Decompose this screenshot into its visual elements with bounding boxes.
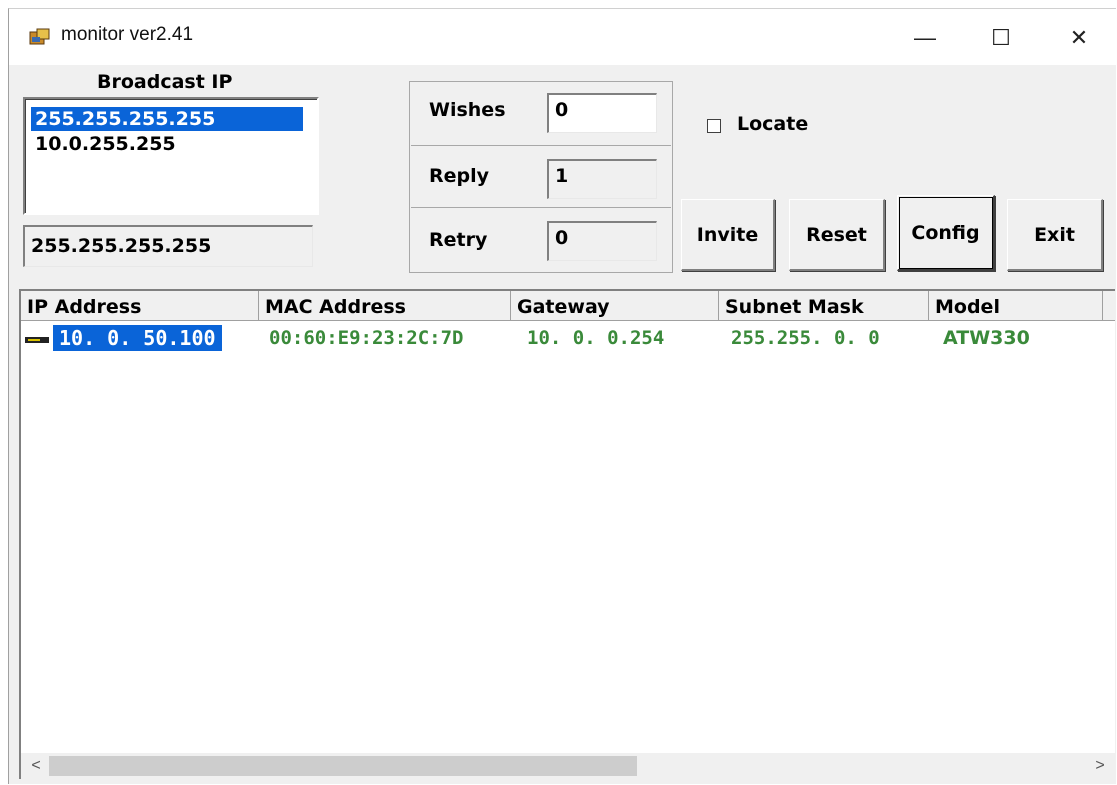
scroll-right-arrow-icon[interactable]: > — [1089, 755, 1111, 777]
reply-field: 1 — [547, 159, 657, 199]
broadcast-ip-field[interactable]: 255.255.255.255 — [23, 225, 313, 267]
minimize-icon: — — [914, 25, 936, 50]
device-table[interactable]: IP Address MAC Address Gateway Subnet Ma… — [19, 289, 1115, 779]
broadcast-ip-item[interactable]: 255.255.255.255 — [31, 107, 303, 131]
row-mac-cell: 00:60:E9:23:2C:7D — [269, 327, 464, 349]
exit-button[interactable]: Exit — [1007, 199, 1103, 271]
column-header-filler — [1103, 291, 1115, 321]
row-model-cell: ATW330 — [943, 327, 1030, 349]
close-icon: ✕ — [1069, 25, 1089, 50]
locate-checkbox[interactable] — [707, 119, 721, 133]
row-subnet-cell: 255.255. 0. 0 — [731, 327, 880, 349]
reset-button[interactable]: Reset — [789, 199, 885, 271]
retry-label: Retry — [429, 229, 488, 251]
minimize-button[interactable]: — — [895, 19, 955, 57]
column-header-subnet[interactable]: Subnet Mask — [719, 291, 929, 321]
config-button[interactable]: Config — [897, 195, 995, 271]
row-gateway-cell: 10. 0. 0.254 — [527, 327, 665, 349]
column-header-ip[interactable]: IP Address — [21, 291, 259, 321]
app-window: monitor ver2.41 — ☐ ✕ Broadcast IP 255.2… — [8, 8, 1117, 784]
column-header-mac[interactable]: MAC Address — [259, 291, 511, 321]
window-title: monitor ver2.41 — [61, 24, 194, 45]
broadcast-ip-item[interactable]: 10.0.255.255 — [31, 132, 180, 156]
broadcast-ip-label: Broadcast IP — [97, 71, 233, 93]
app-icon — [29, 28, 50, 45]
title-bar: monitor ver2.41 — ☐ ✕ — [9, 9, 1117, 65]
scrollbar-thumb[interactable] — [49, 756, 637, 776]
maximize-icon: ☐ — [991, 25, 1011, 50]
horizontal-scrollbar[interactable]: < > — [21, 753, 1115, 779]
retry-field: 0 — [547, 221, 657, 261]
invite-button[interactable]: Invite — [681, 199, 775, 271]
wishes-field[interactable]: 0 — [547, 93, 657, 133]
device-icon — [25, 337, 49, 343]
scroll-left-arrow-icon[interactable]: < — [25, 755, 47, 777]
maximize-button[interactable]: ☐ — [971, 19, 1031, 57]
close-button[interactable]: ✕ — [1049, 19, 1109, 57]
locate-label[interactable]: Locate — [737, 113, 808, 135]
column-header-model[interactable]: Model — [929, 291, 1103, 321]
column-header-gateway[interactable]: Gateway — [511, 291, 719, 321]
row-ip-cell[interactable]: 10. 0. 50.100 — [53, 325, 222, 351]
wishes-label: Wishes — [429, 99, 506, 121]
broadcast-ip-listbox[interactable]: 255.255.255.255 10.0.255.255 — [23, 97, 319, 215]
reply-label: Reply — [429, 165, 490, 187]
